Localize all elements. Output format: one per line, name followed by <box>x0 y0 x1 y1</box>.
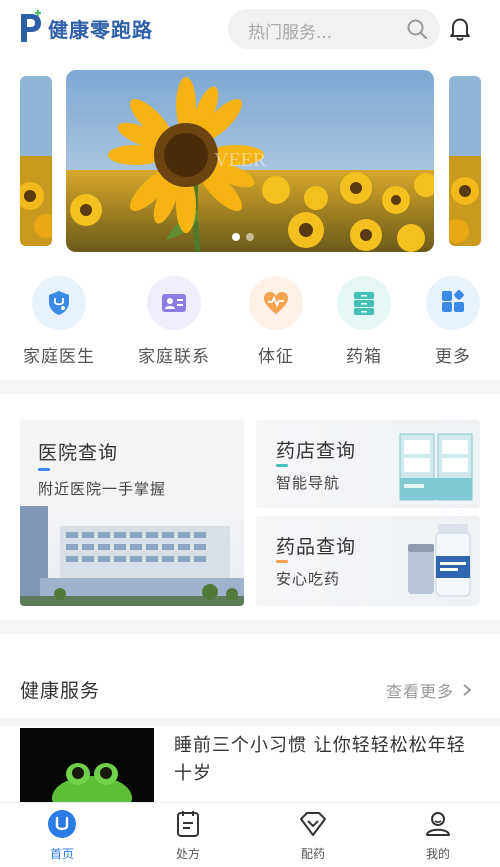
quick-label: 药箱 <box>346 347 382 367</box>
quick-label: 体征 <box>258 347 294 367</box>
card-subtitle: 安心吃药 <box>276 570 341 588</box>
app-logo: 健康零跑路 <box>18 10 153 46</box>
quick-item-vital-signs[interactable]: 体征 <box>231 276 321 367</box>
banner-main-card[interactable]: VEER <box>66 70 434 252</box>
heart-pulse-icon <box>249 276 303 330</box>
card-title: 药品查询 <box>276 536 357 558</box>
contact-card-icon <box>147 276 201 330</box>
pharmacy-shelf-image <box>399 433 473 501</box>
card-subtitle: 智能导航 <box>276 474 341 492</box>
quick-item-more[interactable]: 更多 <box>408 276 498 367</box>
app-name: 健康零跑路 <box>48 17 153 42</box>
card-accent-bar <box>38 468 50 471</box>
home-icon <box>47 809 77 839</box>
hospital-building-image <box>20 506 244 606</box>
card-subtitle: 附近医院一手掌握 <box>38 480 167 498</box>
view-more-label: 查看更多 <box>386 682 455 701</box>
search-input[interactable]: 热门服务... <box>228 9 440 49</box>
logo-mark-icon <box>21 10 41 42</box>
quick-menu: 家庭医生 家庭联系 体征 药箱 更多 <box>0 262 500 380</box>
view-more-link[interactable]: 查看更多 <box>386 678 474 702</box>
card-title: 药店查询 <box>276 440 357 462</box>
stethoscope-shield-icon <box>32 276 86 330</box>
hospital-query-card[interactable]: 医院查询 附近医院一手掌握 <box>20 420 244 606</box>
quick-label: 更多 <box>435 347 471 367</box>
quick-item-family-contact[interactable]: 家庭联系 <box>129 276 219 367</box>
search-icon <box>407 19 427 39</box>
profile-icon <box>423 809 453 839</box>
tab-dispense[interactable]: 配药 <box>273 809 353 862</box>
carousel-dot[interactable] <box>232 233 240 241</box>
card-title: 医院查询 <box>38 442 119 464</box>
section-title: 健康服务 <box>20 680 101 702</box>
banner-watermark: VEER <box>214 149 267 171</box>
dispense-icon <box>298 809 328 839</box>
banner-carousel[interactable]: VEER <box>0 62 500 262</box>
chevron-right-icon <box>463 684 472 696</box>
pharmacy-query-card[interactable]: 药店查询 智能导航 <box>256 420 480 508</box>
medicine-bottle-image <box>408 524 471 597</box>
prescription-icon <box>173 809 203 839</box>
divider <box>0 718 500 726</box>
search-placeholder: 热门服务... <box>248 23 333 43</box>
carousel-dot[interactable] <box>246 233 254 241</box>
banner-next-card[interactable] <box>449 76 481 246</box>
tab-prescription[interactable]: 处方 <box>148 809 228 862</box>
card-accent-bar <box>276 560 288 563</box>
sunflower-field-image <box>449 76 481 246</box>
article-title: 睡前三个小习惯 让你轻轻松松年轻十岁 <box>174 735 466 784</box>
quick-label: 家庭医生 <box>23 347 95 367</box>
card-accent-bar <box>276 464 288 467</box>
query-cards: 医院查询 附近医院一手掌握 药店查询 智能导航 药品查询 安心吃药 <box>0 394 500 620</box>
tab-label: 处方 <box>175 847 200 861</box>
banner-prev-card[interactable] <box>20 76 52 246</box>
drug-query-card[interactable]: 药品查询 安心吃药 <box>256 516 480 606</box>
tab-label: 首页 <box>49 847 74 861</box>
bell-icon[interactable] <box>448 16 472 42</box>
quick-item-family-doctor[interactable]: 家庭医生 <box>14 276 104 367</box>
medicine-cabinet-icon <box>337 276 391 330</box>
bottom-tab-bar: 首页 处方 配药 我的 <box>0 802 500 867</box>
tab-label: 配药 <box>300 847 325 861</box>
sunflower-field-image <box>20 76 52 246</box>
quick-item-medicine-box[interactable]: 药箱 <box>319 276 409 367</box>
tab-label: 我的 <box>425 847 450 861</box>
grid-more-icon <box>426 276 480 330</box>
top-header: 健康零跑路 热门服务... <box>0 0 500 62</box>
tab-home[interactable]: 首页 <box>22 809 102 862</box>
tab-mine[interactable]: 我的 <box>398 809 478 862</box>
sunflower-banner-image: VEER <box>66 70 434 252</box>
quick-label: 家庭联系 <box>138 347 210 367</box>
carousel-indicator <box>232 233 254 241</box>
